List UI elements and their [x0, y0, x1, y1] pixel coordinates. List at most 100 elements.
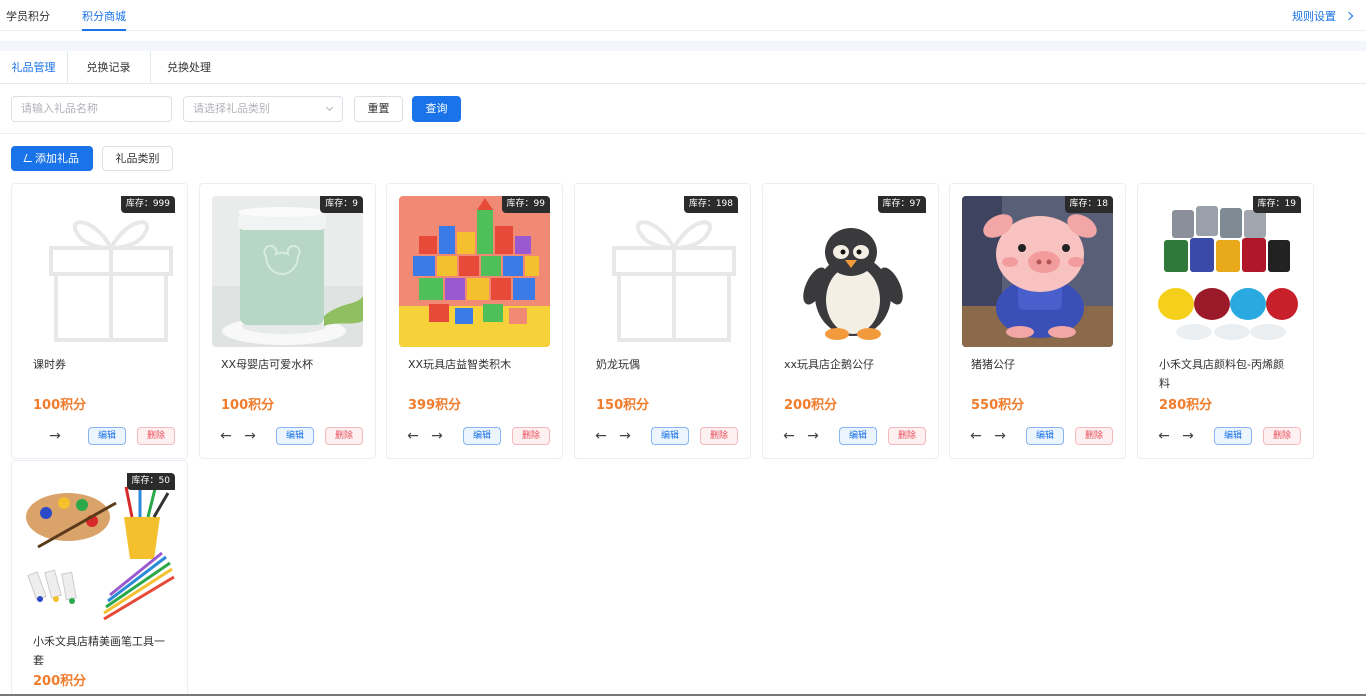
card-actions: ← → 编辑 删除	[1138, 427, 1301, 445]
reset-button[interactable]: 重置	[354, 96, 403, 122]
move-left-button[interactable]: ←	[781, 427, 797, 445]
tab-exchange-records[interactable]: 兑换记录	[67, 51, 150, 84]
rules-settings-link[interactable]: 规则设置	[1292, 8, 1354, 24]
delete-button[interactable]: 删除	[700, 427, 738, 445]
gift-card: 库存：999 课时券 100积分 → 编辑 删除	[11, 183, 188, 459]
add-gift-button[interactable]: 添加礼品	[11, 146, 93, 171]
pig-plush-image	[962, 196, 1113, 347]
acrylic-paints-image	[1150, 196, 1301, 347]
move-left-button[interactable]: ←	[1156, 427, 1172, 445]
stock-badge: 库存：999	[120, 196, 175, 213]
move-right-button[interactable]: →	[242, 427, 258, 445]
card-actions: ← → 编辑 删除	[575, 427, 738, 445]
gift-image	[587, 196, 738, 347]
card-actions: → 编辑 删除	[12, 427, 175, 445]
cup-image	[212, 196, 363, 347]
stock-badge: 库存：19	[1252, 196, 1301, 213]
gift-card: 库存：97 xx玩具店企鹅公仔 200积分 ← → 编辑 删除	[762, 183, 939, 459]
art-tools-image	[24, 473, 175, 624]
gift-points: 550积分	[971, 398, 1025, 413]
gift-image	[1150, 196, 1301, 347]
gift-name-input[interactable]: 请输入礼品名称	[11, 96, 172, 122]
edit-icon	[23, 154, 35, 162]
active-tab-indicator	[82, 29, 126, 31]
stock-badge: 库存：9	[320, 196, 363, 213]
edit-button[interactable]: 编辑	[276, 427, 314, 445]
gift-image	[24, 196, 175, 347]
delete-button[interactable]: 删除	[512, 427, 550, 445]
gift-points: 200积分	[784, 398, 838, 413]
move-right-button[interactable]: →	[429, 427, 445, 445]
top-tab-bar: 学员积分 积分商城 规则设置	[0, 0, 1366, 31]
gift-card: 库存：99 XX玩具店益智类积木 399积分 ← → 编辑 删除	[386, 183, 563, 459]
delete-button[interactable]: 删除	[1075, 427, 1113, 445]
tab-student-points[interactable]: 学员积分	[6, 8, 50, 24]
gift-category-select[interactable]: 请选择礼品类别	[183, 96, 343, 122]
card-actions: ← → 编辑 删除	[200, 427, 363, 445]
move-left-button[interactable]: ←	[593, 427, 609, 445]
query-button[interactable]: 查询	[412, 96, 461, 122]
gift-box-icon	[24, 196, 175, 347]
gift-image	[962, 196, 1113, 347]
move-right-button[interactable]: →	[805, 427, 821, 445]
move-right-button[interactable]: →	[992, 427, 1008, 445]
edit-button[interactable]: 编辑	[88, 427, 126, 445]
gift-image	[212, 196, 363, 347]
edit-button[interactable]: 编辑	[1026, 427, 1064, 445]
gift-name: 小禾文具店精美画笔工具一套	[33, 635, 165, 667]
gift-points: 100积分	[221, 398, 275, 413]
move-right-button[interactable]: →	[1180, 427, 1196, 445]
gift-points: 100积分	[33, 398, 87, 413]
gift-box-icon	[587, 196, 738, 347]
add-gift-label: 添加礼品	[35, 152, 79, 165]
delete-button[interactable]: 删除	[888, 427, 926, 445]
edit-button[interactable]: 编辑	[1214, 427, 1252, 445]
gift-name: 小禾文具店颜料包-丙烯颜料	[1159, 358, 1284, 390]
rules-settings-label: 规则设置	[1292, 10, 1336, 23]
gift-points: 150积分	[596, 398, 650, 413]
edit-button[interactable]: 编辑	[463, 427, 501, 445]
edit-button[interactable]: 编辑	[839, 427, 877, 445]
gift-card: 库存：50 小禾文具店精美画笔工具一套 200积分	[11, 460, 188, 696]
tab-exchange-processing[interactable]: 兑换处理	[150, 51, 228, 84]
move-right-button[interactable]: →	[617, 427, 633, 445]
stock-badge: 库存：198	[683, 196, 738, 213]
move-left-button[interactable]: ←	[405, 427, 421, 445]
gift-name: XX玩具店益智类积木	[408, 358, 512, 371]
delete-button[interactable]: 删除	[137, 427, 175, 445]
gift-name: 课时券	[33, 358, 66, 371]
card-actions: ← → 编辑 删除	[387, 427, 550, 445]
building-blocks-image	[399, 196, 550, 347]
gift-points: 200积分	[33, 674, 87, 689]
delete-button[interactable]: 删除	[1263, 427, 1301, 445]
gift-category-button[interactable]: 礼品类别	[102, 146, 173, 171]
gift-card: 库存：198 奶龙玩偶 150积分 ← → 编辑 删除	[574, 183, 751, 459]
tab-gift-management[interactable]: 礼品管理	[0, 51, 67, 84]
stock-badge: 库存：18	[1064, 196, 1113, 213]
filter-bar: 请输入礼品名称 请选择礼品类别 重置 查询	[0, 84, 1366, 134]
sub-tab-bar: 礼品管理 兑换记录 兑换处理	[0, 51, 1366, 84]
gift-name: 猪猪公仔	[971, 358, 1015, 371]
delete-button[interactable]: 删除	[325, 427, 363, 445]
gift-card: 库存：18 猪猪公仔 550积分 ← → 编辑 删除	[949, 183, 1126, 459]
move-left-button[interactable]: ←	[968, 427, 984, 445]
tab-points-mall[interactable]: 积分商城	[82, 8, 126, 24]
card-actions: ← → 编辑 删除	[763, 427, 926, 445]
gift-name: xx玩具店企鹅公仔	[784, 358, 875, 371]
chevron-right-icon	[1344, 11, 1354, 21]
move-left-button[interactable]: ←	[218, 427, 234, 445]
move-right-button[interactable]: →	[47, 427, 63, 445]
edit-button[interactable]: 编辑	[651, 427, 689, 445]
stock-badge: 库存：99	[501, 196, 550, 213]
gift-name: 奶龙玩偶	[596, 358, 640, 371]
gift-name: XX母婴店可爱水杯	[221, 358, 314, 371]
stock-badge: 库存：50	[126, 473, 175, 490]
stock-badge: 库存：97	[877, 196, 926, 213]
gift-card: 库存：19 小禾文具店颜料包-丙烯颜料 280积分 ← → 编辑 删除	[1137, 183, 1314, 459]
chevron-down-icon	[325, 103, 334, 112]
gift-category-placeholder: 请选择礼品类别	[193, 102, 270, 115]
gift-points: 280积分	[1159, 398, 1213, 413]
gift-image	[775, 196, 926, 347]
gift-image	[399, 196, 550, 347]
section-divider	[0, 41, 1366, 51]
